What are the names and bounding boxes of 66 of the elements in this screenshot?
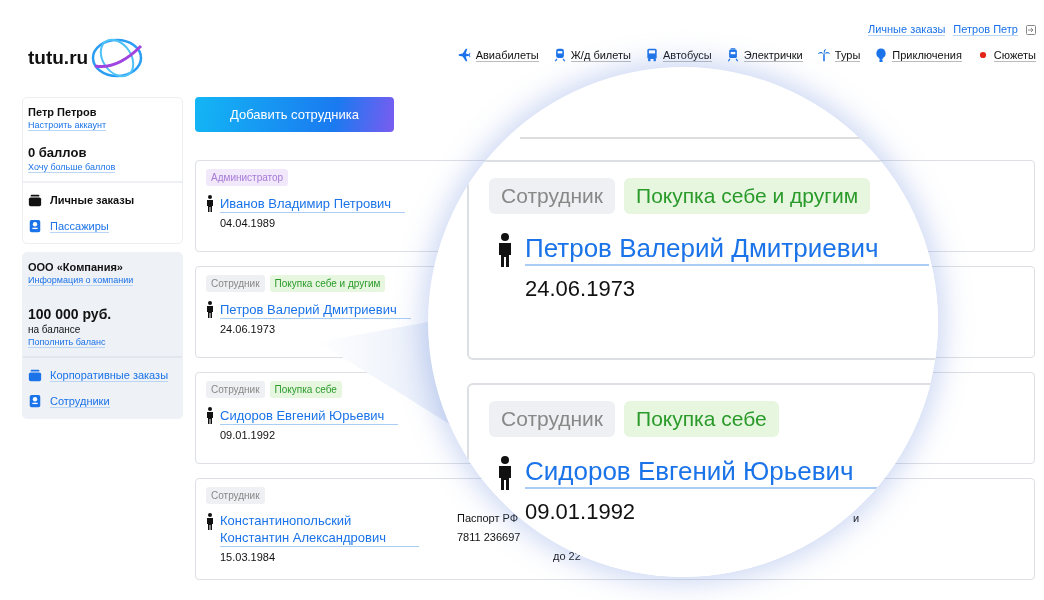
permission-tag: Покупка себе и другим <box>624 178 871 214</box>
nav-link[interactable]: Приключения <box>892 48 962 62</box>
role-tag: Сотрудник <box>206 381 265 398</box>
bus-icon <box>644 48 659 62</box>
points-balance: 0 баллов <box>28 145 87 160</box>
employee-name-link[interactable]: Константинопольский Константин Александрович <box>220 512 419 547</box>
logout-icon <box>1026 24 1036 35</box>
person-icon <box>206 195 214 212</box>
document-type: Паспорт РФ <box>457 512 519 526</box>
person-icon <box>206 301 214 318</box>
permission-tag: Покупка себе <box>624 401 779 437</box>
employee-name-link[interactable]: Иванов Владимир Петрович <box>220 195 406 213</box>
train-icon <box>552 48 567 62</box>
person-icon <box>206 407 214 424</box>
person-icon <box>497 233 513 267</box>
birth-date: 15.03.1984 <box>220 551 276 563</box>
person-icon <box>206 513 214 530</box>
nav-link[interactable]: Авиабилеты <box>475 48 539 62</box>
sidebar-item[interactable]: Корпоративные заказы <box>50 368 169 382</box>
employee-name-link[interactable]: Петров Валерий Дмитриевич <box>220 301 411 319</box>
user-name: Петр Петров <box>28 106 97 118</box>
points-link[interactable]: Хочу больше баллов <box>28 162 116 173</box>
sidebar-item[interactable]: Пассажиры <box>50 219 109 233</box>
balance-amount: 100 000 руб. <box>28 306 112 322</box>
palm-tree-icon <box>816 48 831 62</box>
nav-link[interactable]: Автобусы <box>662 48 712 62</box>
header-link[interactable]: Петров Петр <box>953 23 1018 36</box>
role-tag: Администратор <box>206 169 289 186</box>
nav-link[interactable]: Туры <box>834 48 861 62</box>
birth-date: 04.04.1989 <box>220 217 276 229</box>
balloon-icon <box>874 48 889 62</box>
logo-text[interactable]: tutu.ru <box>28 47 89 69</box>
nav-link[interactable]: Электрички <box>743 48 803 62</box>
birth-date: 24.06.1973 <box>220 323 276 335</box>
column-text: и <box>853 512 860 526</box>
balance-note: на балансе <box>28 324 81 335</box>
role-tag: Сотрудник <box>489 401 616 437</box>
header-link[interactable]: Личные заказы <box>867 23 946 36</box>
nav-link[interactable]: Сюжеты <box>993 48 1036 62</box>
role-tag: Сотрудник <box>206 275 265 292</box>
settings-link[interactable]: Настроить аккаунт <box>28 120 107 131</box>
passport-icon <box>28 394 42 408</box>
passport-icon <box>28 219 42 233</box>
employee-name-link[interactable]: Сидоров Евгений Юрьевич <box>220 407 399 425</box>
add-employee-button[interactable]: Добавить сотрудника <box>195 97 394 132</box>
role-tag: Сотрудник <box>206 487 265 504</box>
permission-tag: Покупка себе и другим <box>269 275 386 292</box>
top-up-link[interactable]: Пополнить баланс <box>28 337 106 348</box>
sidebar-item[interactable]: Личные заказы <box>50 194 135 206</box>
company-name: ООО «Компания» <box>28 261 123 273</box>
employee-name-link[interactable]: Петров Валерий Дмитриевич <box>525 232 929 266</box>
nav-link[interactable]: Ж/д билеты <box>570 48 631 62</box>
sidebar-item[interactable]: Сотрудники <box>50 394 110 408</box>
birth-date: 24.06.1973 <box>525 276 636 302</box>
train-icon <box>725 48 740 62</box>
birth-date: 09.01.1992 <box>220 429 276 441</box>
permission-tag: Покупка себе <box>269 381 342 398</box>
birth-date: 09.01.1992 <box>525 499 636 525</box>
briefcase-icon <box>28 193 42 207</box>
company-info-link[interactable]: Информация о компании <box>28 275 134 286</box>
employee-name-link[interactable]: Сидоров Евгений Юрьевич <box>525 455 904 489</box>
document-number: 7811 236697 <box>457 531 521 545</box>
role-tag: Сотрудник <box>489 178 616 214</box>
person-icon <box>497 456 513 490</box>
plane-icon <box>457 48 472 62</box>
briefcase-icon <box>28 368 42 382</box>
